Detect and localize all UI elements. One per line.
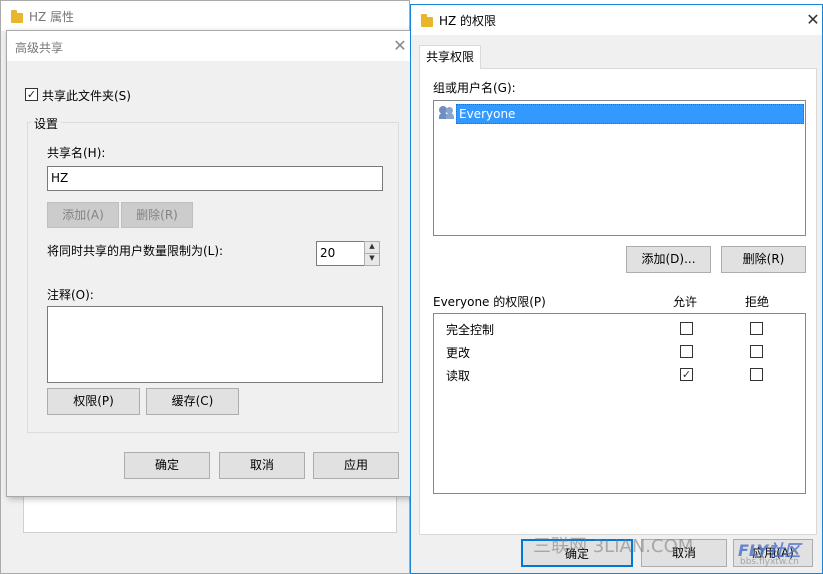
user-limit-label: 将同时共享的用户数量限制为(L): bbox=[47, 244, 224, 258]
settings-group-label: 设置 bbox=[31, 115, 62, 132]
permissions-title: HZ 的权限 bbox=[439, 14, 497, 28]
permission-name: 读取 bbox=[446, 369, 471, 383]
comment-label: 注释(O): bbox=[47, 288, 94, 302]
advanced-sharing-title: 高级共享 bbox=[15, 41, 64, 55]
share-name-input[interactable]: HZ bbox=[47, 166, 383, 191]
checkmark-icon: ✓ bbox=[681, 368, 692, 381]
ok-button[interactable]: 确定 bbox=[124, 452, 210, 479]
change-deny-checkbox[interactable] bbox=[750, 345, 763, 358]
advanced-sharing-dialog: 高级共享 ✕ ✓ 共享此文件夹(S) 设置 共享名(H): HZ 添加(A) 删… bbox=[6, 30, 414, 497]
permission-name: 更改 bbox=[446, 346, 471, 360]
permissions-button[interactable]: 权限(P) bbox=[47, 388, 140, 415]
cancel-button[interactable]: 取消 bbox=[219, 452, 305, 479]
add-share-button[interactable]: 添加(A) bbox=[47, 202, 119, 228]
list-item-everyone[interactable]: Everyone bbox=[456, 104, 804, 124]
folder-icon bbox=[11, 10, 23, 23]
share-name-label: 共享名(H): bbox=[47, 146, 106, 160]
permissions-table: 完全控制 更改 读取 ✓ bbox=[433, 313, 806, 494]
permission-name: 完全控制 bbox=[446, 323, 495, 337]
remove-user-button[interactable]: 删除(R) bbox=[721, 246, 806, 273]
properties-title: HZ 属性 bbox=[29, 10, 75, 24]
share-folder-label: 共享此文件夹(S) bbox=[42, 89, 131, 103]
read-allow-checkbox[interactable]: ✓ bbox=[680, 368, 693, 381]
group-users-label: 组或用户名(G): bbox=[433, 81, 516, 95]
caching-button[interactable]: 缓存(C) bbox=[146, 388, 239, 415]
read-deny-checkbox[interactable] bbox=[750, 368, 763, 381]
close-icon[interactable]: ✕ bbox=[391, 37, 409, 55]
properties-content-panel bbox=[23, 493, 397, 533]
full-control-allow-checkbox[interactable] bbox=[680, 322, 693, 335]
apply-button[interactable]: 应用 bbox=[313, 452, 399, 479]
watermark-url-text: bbs.flyxtw.cn bbox=[740, 557, 799, 567]
full-control-deny-checkbox[interactable] bbox=[750, 322, 763, 335]
watermark-site-text: 三联网 3LIAN.COM bbox=[533, 536, 694, 557]
share-folder-checkbox[interactable]: ✓ bbox=[25, 88, 38, 101]
deny-header: 拒绝 bbox=[745, 295, 770, 309]
add-user-button[interactable]: 添加(D)... bbox=[626, 246, 711, 273]
permissions-titlebar[interactable]: HZ 的权限 ✕ bbox=[411, 5, 822, 35]
users-listbox[interactable]: Everyone bbox=[433, 100, 806, 236]
properties-titlebar[interactable]: HZ 属性 bbox=[1, 1, 409, 31]
folder-icon bbox=[421, 14, 433, 27]
permissions-window: HZ 的权限 ✕ 共享权限 组或用户名(G): Everyone 添加(D)..… bbox=[410, 4, 823, 574]
comment-textarea[interactable] bbox=[47, 306, 383, 383]
checkmark-icon: ✓ bbox=[26, 88, 37, 101]
close-icon[interactable]: ✕ bbox=[804, 11, 822, 29]
users-group-icon bbox=[439, 106, 455, 120]
advanced-sharing-titlebar[interactable]: 高级共享 ✕ bbox=[7, 31, 413, 61]
allow-header: 允许 bbox=[673, 295, 698, 309]
permissions-header: Everyone 的权限(P) bbox=[433, 295, 546, 309]
tab-share-permissions[interactable]: 共享权限 bbox=[419, 45, 481, 69]
spin-down-icon[interactable]: ▼ bbox=[364, 253, 380, 266]
remove-share-button[interactable]: 删除(R) bbox=[121, 202, 193, 228]
change-allow-checkbox[interactable] bbox=[680, 345, 693, 358]
user-limit-input[interactable]: 20 bbox=[316, 241, 365, 266]
